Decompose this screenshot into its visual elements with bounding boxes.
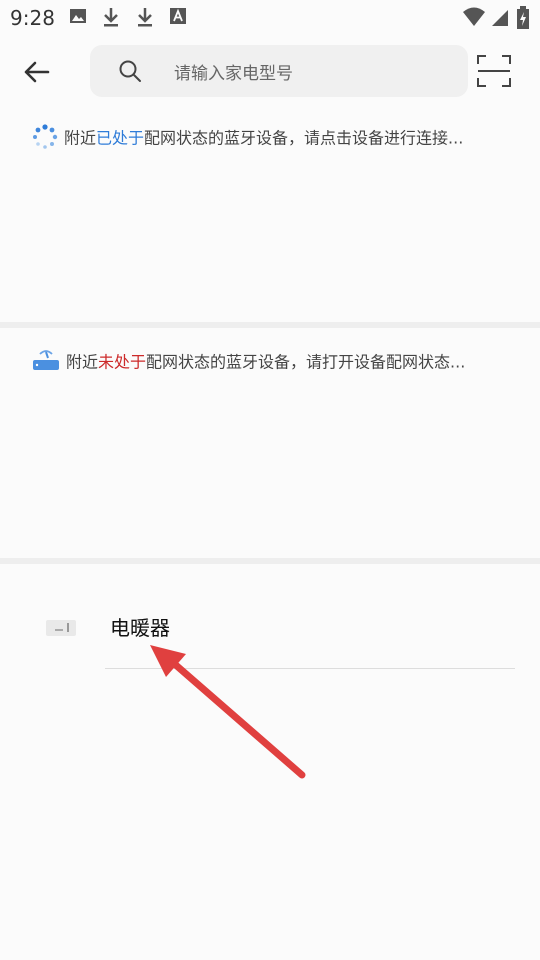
device-list-item[interactable]: 电暖器 [0,600,540,670]
hint-highlight-not-connected: 未处于 [98,352,147,372]
back-arrow-icon [24,61,50,83]
hint-text-before: 附近 [66,352,99,372]
hint-text-before: 附近 [64,128,97,148]
device-name: 电暖器 [110,616,170,640]
download-icon [135,6,155,32]
list-divider [105,668,515,669]
status-time: 9:28 [10,6,55,30]
hint-highlight-connected: 已处于 [96,128,145,148]
status-bar: 9:28 [0,0,540,36]
download-icon [101,6,121,32]
hint-text-after: 配网状态的蓝牙设备，请点击设备进行连接... [144,128,464,148]
text-icon [168,6,188,30]
scan-button[interactable] [476,54,512,88]
hint-not-pairing-devices: 附近未处于配网状态的蓝牙设备，请打开设备配网状态... [32,348,465,378]
hint-text-after: 配网状态的蓝牙设备，请打开设备配网状态... [146,352,466,372]
wifi-icon [462,6,486,32]
heater-thumbnail-icon [46,620,76,636]
section-divider [0,558,540,564]
unpaired-devices-section: 附近未处于配网状态的蓝牙设备，请打开设备配网状态... [0,328,540,558]
search-box[interactable]: 请输入家电型号 [90,45,468,97]
signal-icon [490,6,510,32]
battery-icon [516,6,530,34]
search-placeholder: 请输入家电型号 [174,64,293,84]
top-bar: 请输入家电型号 [0,36,540,106]
back-button[interactable] [18,54,54,90]
router-icon [32,348,60,378]
paired-devices-section: 附近已处于配网状态的蓝牙设备，请点击设备进行连接... [0,106,540,322]
search-icon [118,59,142,87]
image-icon [68,6,88,30]
hint-pairing-devices: 附近已处于配网状态的蓝牙设备，请点击设备进行连接... [32,124,463,154]
loading-icon [32,124,58,154]
scan-icon [477,55,511,87]
